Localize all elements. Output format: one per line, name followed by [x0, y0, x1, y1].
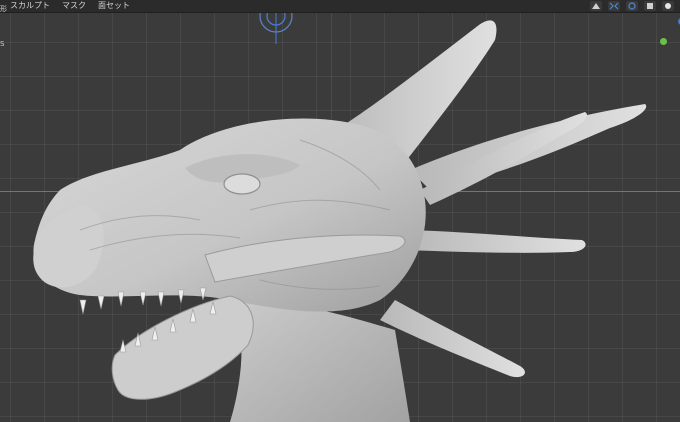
shading-solid-icon[interactable] — [644, 1, 656, 11]
dyntopo-icon[interactable] — [590, 1, 602, 11]
left-panel-label-top: 形 — [0, 5, 7, 13]
overlays-icon[interactable] — [626, 1, 638, 11]
dragon-head-sculpt[interactable] — [0, 0, 680, 422]
horn-spike-lower-right — [405, 230, 586, 253]
navigation-y-axis-dot[interactable] — [660, 38, 667, 45]
lower-jaw — [111, 295, 254, 400]
3d-viewport[interactable]: スカルプト マスク 面セット 形 S — [0, 0, 680, 422]
menu-sculpt[interactable]: スカルプト — [10, 0, 50, 12]
shading-material-icon[interactable] — [662, 1, 674, 11]
eye — [223, 173, 261, 195]
menu-mask[interactable]: マスク — [62, 0, 86, 12]
menu-face-sets[interactable]: 面セット — [98, 0, 130, 12]
header-right-tools — [590, 0, 674, 12]
symmetry-icon[interactable] — [608, 1, 620, 11]
left-panel-label-mid: S — [0, 40, 5, 48]
horn-spike-bottom-right — [380, 300, 525, 378]
header-bar: スカルプト マスク 面セット — [0, 0, 680, 13]
sculpt-menu: スカルプト マスク 面セット — [10, 0, 130, 12]
